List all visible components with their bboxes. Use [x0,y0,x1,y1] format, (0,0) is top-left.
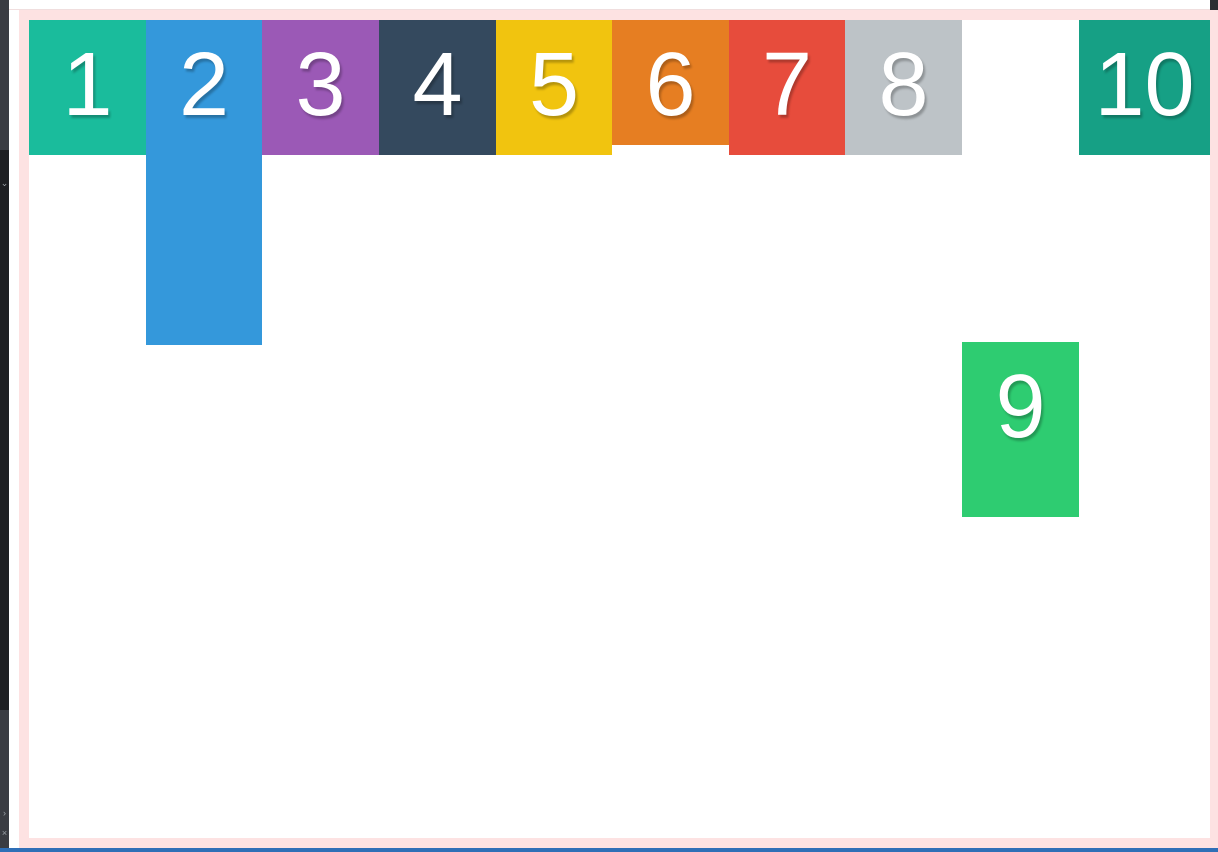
flex-item-9: 9 [962,342,1079,517]
flex-item-2: 2 [146,20,262,345]
flex-item-8: 8 [845,20,962,155]
flex-item-3: 3 [262,20,379,155]
flex-item-5: 5 [496,20,612,155]
flex-item-7: 7 [729,20,845,155]
close-icon[interactable]: × [0,828,9,838]
flex-item-10: 10 [1079,20,1210,155]
chevron-right-icon[interactable]: › [0,808,9,818]
flex-item-4: 4 [379,20,496,155]
flex-container: 1 2 3 4 5 6 7 8 9 10 [19,10,1218,848]
status-bar [0,848,1218,852]
viewport-top-edge [9,0,1210,10]
gutter-panel [0,150,9,710]
browser-viewport: 1 2 3 4 5 6 7 8 9 10 [9,0,1218,848]
editor-left-gutter: ⌄ › × [0,0,9,852]
flex-item-1: 1 [29,20,146,155]
flex-item-6: 6 [612,20,729,145]
chevron-down-icon[interactable]: ⌄ [0,178,9,188]
